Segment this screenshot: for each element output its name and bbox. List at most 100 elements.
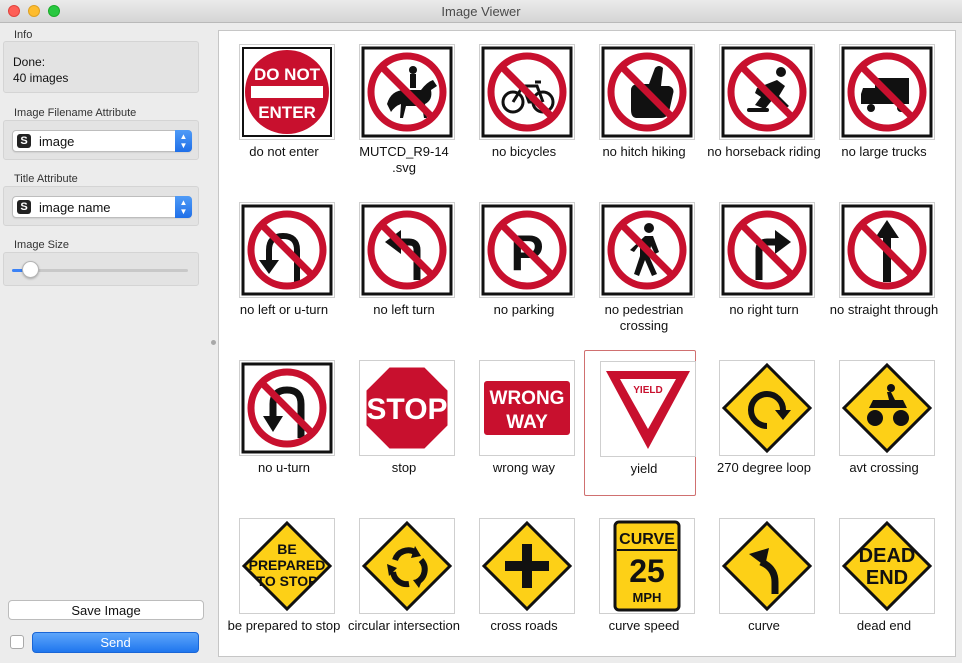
image-tile[interactable]: circular intersection — [344, 508, 460, 654]
combo-chevron-icon: ▲ ▼ — [175, 196, 192, 218]
filename-attribute-label: Image Filename Attribute — [14, 107, 137, 119]
image-tile[interactable]: no large trucks — [824, 34, 936, 180]
svg-text:WAY: WAY — [506, 412, 548, 433]
image-tile[interactable]: MUTCD_R9-14 .svg — [344, 34, 456, 180]
image-thumbnail: BE PREPARED TO STOP — [239, 518, 335, 614]
image-caption: no left or u-turn — [239, 302, 329, 317]
image-thumbnail — [479, 518, 575, 614]
filename-attribute-combo[interactable]: S image ▲ ▼ — [12, 130, 192, 152]
image-caption: no horseback riding — [707, 144, 821, 159]
image-caption: no parking — [493, 302, 555, 317]
image-caption: no straight through — [829, 302, 939, 317]
image-tile[interactable]: cross roads — [464, 508, 576, 654]
info-status-line: Done: — [13, 55, 46, 69]
svg-text:STOP: STOP — [366, 393, 447, 426]
image-caption: do not enter — [249, 144, 319, 159]
svg-text:DEAD: DEAD — [859, 545, 916, 567]
image-tile[interactable]: no horseback riding — [704, 34, 821, 180]
image-thumbnail — [239, 202, 335, 298]
svg-text:MPH: MPH — [633, 590, 662, 605]
image-tile[interactable]: no bicycles — [464, 34, 576, 180]
image-tile[interactable]: DO NOT ENTER do not enter — [224, 34, 336, 180]
image-caption: MUTCD_R9-14 .svg — [359, 144, 449, 175]
image-tile[interactable]: DEAD END dead end — [824, 508, 936, 654]
image-size-slider-thumb[interactable] — [21, 261, 39, 278]
save-image-button[interactable]: Save Image — [8, 600, 204, 620]
title-attribute-box: S image name ▲ ▼ — [3, 186, 199, 226]
image-caption: no bicycles — [491, 144, 557, 159]
image-caption: curve speed — [608, 618, 680, 633]
image-tile[interactable]: YIELD yield — [584, 350, 696, 496]
image-tile[interactable]: CURVE 25 MPH curve speed — [584, 508, 696, 654]
image-thumbnail: YIELD — [600, 361, 696, 457]
filename-attribute-value: image — [39, 134, 75, 149]
image-thumbnail — [719, 44, 815, 140]
image-thumbnail: STOP — [359, 360, 455, 456]
image-tile[interactable]: avt crossing — [824, 350, 936, 496]
image-thumbnail — [359, 202, 455, 298]
image-caption: be prepared to stop — [227, 618, 341, 633]
image-caption: no u-turn — [257, 460, 311, 475]
send-button[interactable]: Send — [32, 632, 199, 653]
info-box: Done: 40 images — [3, 41, 199, 93]
image-caption: no hitch hiking — [602, 144, 686, 159]
title-attribute-value: image name — [39, 200, 111, 215]
image-tile[interactable]: no hitch hiking — [584, 34, 696, 180]
image-tile[interactable]: STOP stop — [344, 350, 456, 496]
image-caption: wrong way — [492, 460, 556, 475]
svg-text:DO NOT: DO NOT — [254, 65, 321, 84]
svg-text:25: 25 — [629, 553, 665, 589]
svg-text:END: END — [866, 567, 908, 589]
image-thumbnail — [599, 202, 695, 298]
image-caption: no right turn — [729, 302, 799, 317]
string-variable-icon: S — [17, 200, 31, 214]
image-thumbnail: DO NOT ENTER — [239, 44, 335, 140]
image-thumbnail — [719, 202, 815, 298]
image-thumbnail: WRONG WAY — [479, 360, 575, 456]
filename-attribute-box: S image ▲ ▼ — [3, 120, 199, 160]
image-tile[interactable]: no left or u-turn — [224, 192, 336, 338]
svg-text:PREPARED: PREPARED — [249, 557, 326, 573]
info-count-line: 40 images — [13, 71, 69, 85]
image-tile[interactable]: no pedestrian crossing — [584, 192, 696, 338]
image-thumbnail — [719, 360, 815, 456]
image-tile[interactable]: no straight through — [824, 192, 938, 338]
image-thumbnail — [359, 44, 455, 140]
image-thumbnail — [479, 44, 575, 140]
image-caption: dead end — [856, 618, 912, 633]
svg-text:TO STOP: TO STOP — [257, 573, 318, 589]
image-thumbnail: P — [479, 202, 575, 298]
image-thumbnail — [239, 360, 335, 456]
title-attribute-combo[interactable]: S image name ▲ ▼ — [12, 196, 192, 218]
image-tile[interactable]: curve — [704, 508, 816, 654]
image-tile[interactable]: no u-turn — [224, 350, 336, 496]
image-thumbnail — [839, 360, 935, 456]
image-caption: avt crossing — [849, 460, 919, 475]
string-variable-icon: S — [17, 134, 31, 148]
image-caption: cross roads — [490, 618, 558, 633]
title-bar: Image Viewer — [0, 0, 962, 23]
splitter-handle[interactable] — [211, 340, 216, 345]
image-caption: no large trucks — [841, 144, 927, 159]
send-automatically-checkbox[interactable] — [10, 635, 24, 649]
image-caption: no left turn — [373, 302, 435, 317]
svg-text:ENTER: ENTER — [258, 103, 316, 122]
image-tile[interactable]: no left turn — [344, 192, 456, 338]
image-thumbnail — [719, 518, 815, 614]
image-caption: yield — [630, 461, 658, 476]
image-caption: 270 degree loop — [717, 460, 811, 475]
control-panel: Info Done: 40 images Image Filename Attr… — [0, 23, 210, 663]
image-caption: stop — [391, 460, 417, 475]
image-thumbnail — [599, 44, 695, 140]
title-attribute-label: Title Attribute — [14, 173, 78, 185]
image-thumbnail — [839, 44, 935, 140]
window-title: Image Viewer — [441, 4, 521, 19]
image-tile[interactable]: Pno parking — [464, 192, 576, 338]
image-caption: curve — [748, 618, 780, 633]
image-tile[interactable]: 270 degree loop — [704, 350, 816, 496]
image-tile[interactable]: BE PREPARED TO STOP be prepared to stop — [224, 508, 340, 654]
svg-text:CURVE: CURVE — [619, 531, 675, 548]
image-tile[interactable]: no right turn — [704, 192, 816, 338]
image-grid[interactable]: DO NOT ENTER do not enter MUTCD_R9-14 .svg n… — [218, 30, 956, 657]
image-tile[interactable]: WRONG WAY wrong way — [464, 350, 576, 496]
